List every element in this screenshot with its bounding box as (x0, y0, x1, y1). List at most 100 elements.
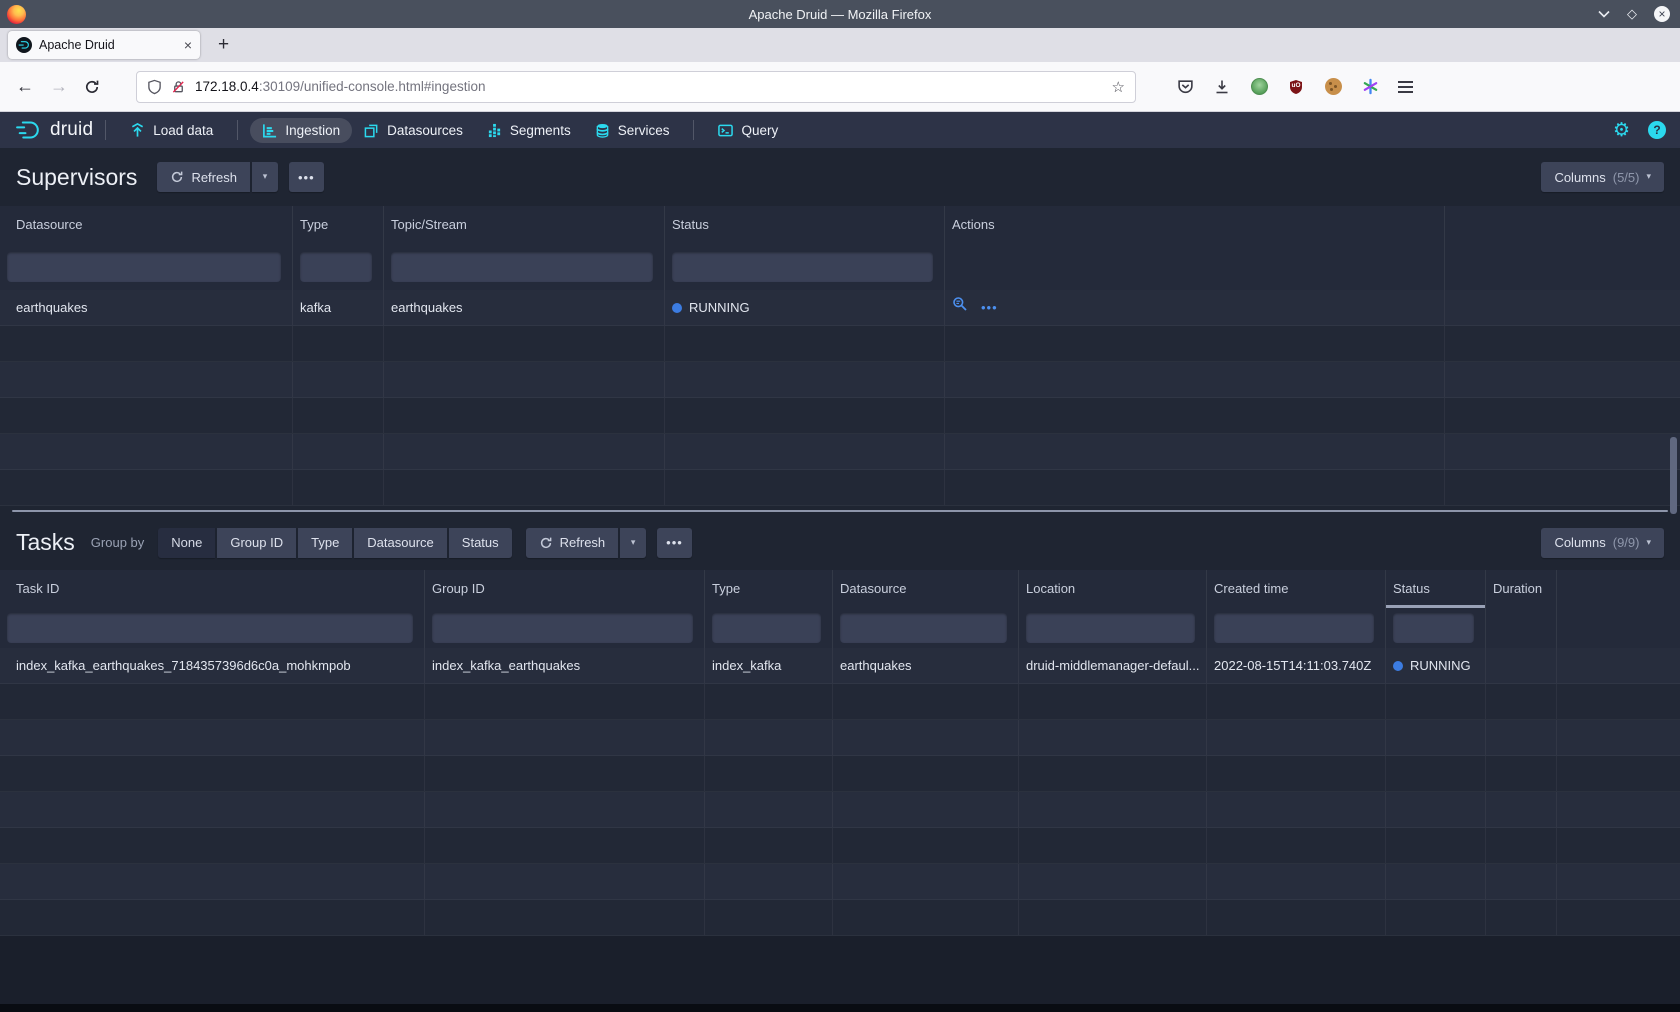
cell-datasource: earthquakes (0, 290, 293, 325)
insecure-lock-icon[interactable] (171, 79, 186, 95)
window-close-icon[interactable]: × (1654, 6, 1670, 22)
col-header-task-id[interactable]: Task ID (0, 570, 425, 608)
table-row-empty (0, 470, 1680, 506)
col-header-datasource[interactable]: Datasource (0, 206, 293, 244)
nav-label: Ingestion (285, 123, 340, 138)
supervisors-table-header: Datasource Type Topic/Stream Status Acti… (0, 206, 1680, 244)
help-icon[interactable]: ? (1648, 121, 1666, 139)
col-header-location[interactable]: Location (1019, 570, 1207, 608)
table-row-empty (0, 792, 1680, 828)
browser-tab-apache-druid[interactable]: Apache Druid × (8, 31, 200, 59)
back-button[interactable]: ← (16, 76, 34, 97)
nav-separator (237, 120, 238, 140)
supervisor-status-filter-input[interactable] (672, 252, 933, 282)
nav-load-data[interactable]: Load data (118, 118, 225, 143)
reload-button[interactable] (84, 79, 100, 95)
tasks-refresh-button[interactable]: Refresh (526, 528, 619, 558)
tasks-more-button[interactable]: ••• (657, 528, 692, 558)
window-minimize-icon[interactable] (1598, 10, 1610, 18)
url-bar[interactable]: 172.18.0.4:30109/unified-console.html#in… (136, 71, 1136, 103)
task-created-time-filter-input[interactable] (1214, 613, 1374, 643)
page-background (0, 936, 1680, 1004)
pocket-icon[interactable] (1176, 78, 1194, 96)
cookie-addon-icon[interactable] (1324, 78, 1342, 96)
ingestion-chart-icon (262, 123, 277, 138)
tasks-section: Tasks Group by None Group ID Type Dataso… (0, 515, 1680, 936)
col-header-datasource[interactable]: Datasource (833, 570, 1019, 608)
cell-topic-stream: earthquakes (384, 290, 665, 325)
ublock-origin-icon[interactable]: uO (1287, 78, 1305, 96)
group-by-group-id-button[interactable]: Group ID (217, 528, 296, 558)
downloads-icon[interactable] (1213, 78, 1231, 96)
nav-segments[interactable]: Segments (475, 118, 583, 143)
group-by-type-button[interactable]: Type (298, 528, 352, 558)
tasks-columns-button[interactable]: Columns (9/9) ▾ (1541, 528, 1664, 558)
table-row-empty (0, 362, 1680, 398)
col-header-type[interactable]: Type (705, 570, 833, 608)
group-by-datasource-button[interactable]: Datasource (354, 528, 446, 558)
nav-ingestion[interactable]: Ingestion (250, 118, 352, 143)
menu-hamburger-icon[interactable] (1398, 81, 1413, 93)
supervisor-type-filter-input[interactable] (300, 252, 372, 282)
task-id-filter-input[interactable] (7, 613, 413, 643)
nav-separator (105, 120, 106, 140)
col-header-status[interactable]: Status (665, 206, 945, 244)
tab-title: Apache Druid (39, 38, 184, 52)
col-header-type[interactable]: Type (293, 206, 384, 244)
nav-label: Services (618, 123, 670, 138)
task-datasource-filter-input[interactable] (840, 613, 1007, 643)
supervisors-more-button[interactable]: ••• (289, 162, 324, 192)
group-by-none-button[interactable]: None (158, 528, 215, 558)
refresh-icon (170, 170, 184, 184)
settings-gear-icon[interactable]: ⚙ (1613, 121, 1630, 140)
forward-button[interactable]: → (50, 76, 68, 97)
table-row-empty (0, 326, 1680, 362)
url-host: 172.18.0.4 (195, 79, 259, 94)
group-by-status-button[interactable]: Status (449, 528, 512, 558)
nav-separator (693, 120, 694, 140)
nav-label: Query (741, 123, 778, 138)
bookmark-star-icon[interactable]: ☆ (1112, 78, 1125, 96)
cell-duration (1486, 648, 1557, 683)
asterisk-addon-icon[interactable] (1361, 78, 1379, 96)
task-row-index-kafka-earthquakes[interactable]: index_kafka_earthquakes_7184357396d6c0a_… (0, 648, 1680, 684)
firefox-window: Apache Druid — Mozilla Firefox ◇ × Apach… (0, 0, 1680, 1012)
supervisors-filter-row (0, 244, 1680, 290)
new-tab-button[interactable]: + (218, 34, 229, 56)
task-group-id-filter-input[interactable] (432, 613, 693, 643)
nav-label: Segments (510, 123, 571, 138)
supervisors-columns-button[interactable]: Columns (5/5) ▾ (1541, 162, 1664, 192)
supervisor-actions-more-icon[interactable]: ••• (981, 301, 998, 314)
druid-navbar: druid Load data Ingestion Datasources Se… (0, 112, 1680, 148)
col-header-group-id[interactable]: Group ID (425, 570, 705, 608)
window-maximize-icon[interactable]: ◇ (1627, 7, 1637, 22)
supervisor-topic-filter-input[interactable] (391, 252, 653, 282)
tab-close-icon[interactable]: × (184, 37, 192, 53)
druid-logo[interactable]: druid (14, 119, 93, 141)
shield-icon[interactable] (147, 79, 162, 95)
col-header-status-sorted[interactable]: Status (1386, 570, 1486, 608)
privacy-badger-icon[interactable] (1250, 78, 1268, 96)
supervisor-detail-magnifier-icon[interactable] (952, 290, 968, 325)
supervisor-datasource-filter-input[interactable] (7, 252, 281, 282)
browser-toolbar: ← → 172.18.0.4:30109/unified-console.htm… (0, 62, 1680, 112)
task-status-filter-input[interactable] (1393, 613, 1474, 643)
col-header-duration[interactable]: Duration (1486, 570, 1557, 608)
nav-services[interactable]: Services (583, 118, 682, 143)
tasks-refresh-dropdown[interactable]: ▾ (620, 528, 646, 558)
supervisors-scrollbar-thumb[interactable] (1670, 437, 1677, 514)
col-header-created-time[interactable]: Created time (1207, 570, 1386, 608)
task-type-filter-input[interactable] (712, 613, 821, 643)
supervisors-refresh-button[interactable]: Refresh (157, 162, 250, 192)
nav-label: Load data (153, 123, 213, 138)
col-header-topic-stream[interactable]: Topic/Stream (384, 206, 665, 244)
cell-created-time: 2022-08-15T14:11:03.740Z (1207, 648, 1386, 683)
supervisor-row-earthquakes[interactable]: earthquakes kafka earthquakes RUNNING ••… (0, 290, 1680, 326)
nav-datasources[interactable]: Datasources (352, 118, 475, 143)
nav-query[interactable]: Query (706, 118, 790, 143)
task-location-filter-input[interactable] (1026, 613, 1195, 643)
supervisors-refresh-dropdown[interactable]: ▾ (252, 162, 278, 192)
section-divider[interactable] (0, 506, 1680, 515)
url-path: :30109/unified-console.html#ingestion (259, 79, 486, 94)
table-row-empty (0, 864, 1680, 900)
